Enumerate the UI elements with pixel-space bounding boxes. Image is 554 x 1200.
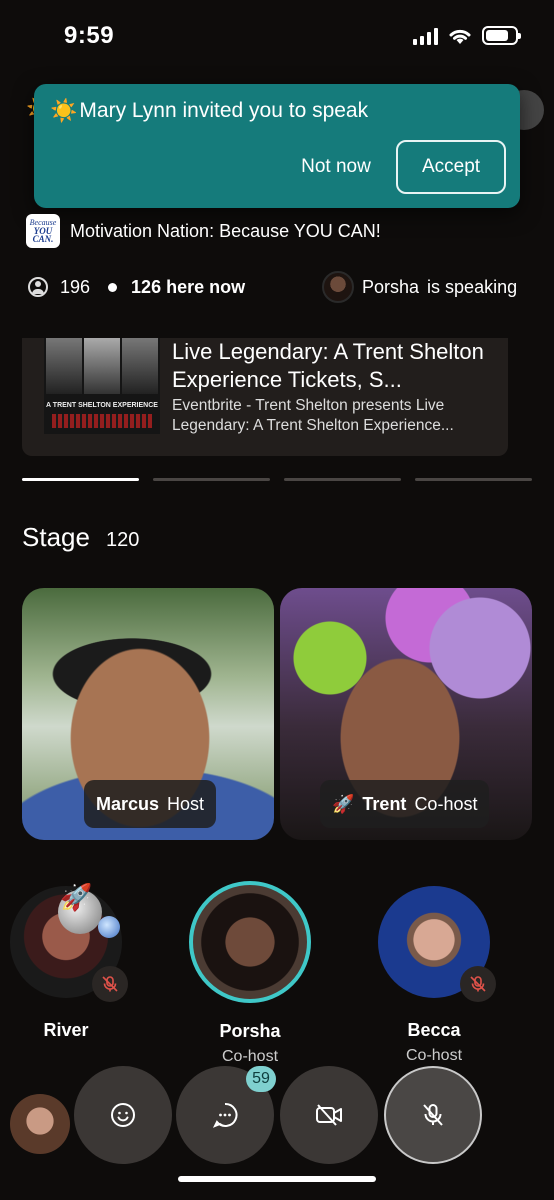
muted-mic-icon bbox=[460, 966, 496, 1002]
link-description: Eventbrite - Trent Shelton presents Live… bbox=[172, 397, 454, 434]
video-role: Co-host bbox=[414, 793, 478, 814]
emoji-icon bbox=[111, 1103, 135, 1127]
avatar: 🚀 bbox=[10, 882, 128, 1002]
reactions-button[interactable] bbox=[74, 1066, 172, 1164]
mic-off-icon bbox=[423, 1104, 443, 1126]
planet-icon bbox=[98, 916, 120, 938]
stage-count: 120 bbox=[105, 529, 140, 551]
carousel-pager bbox=[22, 478, 532, 481]
video-name: Marcus bbox=[96, 793, 160, 814]
chat-icon bbox=[212, 1102, 238, 1128]
pager-segment[interactable] bbox=[153, 478, 270, 481]
separator-dot bbox=[108, 282, 118, 292]
video-label: 🚀 Trent Co-host bbox=[320, 780, 490, 828]
chat-unread-badge: 59 bbox=[246, 1066, 276, 1092]
thumbnail-caption: A TRENT SHELTON EXPERIENCE bbox=[46, 402, 158, 409]
current-speaker[interactable]: Porsha is speaking bbox=[322, 271, 517, 303]
room-stats: 196 126 here now Porsha is speaking bbox=[28, 271, 528, 303]
member-count: 196 bbox=[60, 276, 91, 297]
pager-segment[interactable] bbox=[284, 478, 401, 481]
bottom-controls bbox=[0, 1064, 554, 1174]
speaker-becca[interactable]: Becca Co-host bbox=[354, 886, 514, 1065]
speaker-name: Becca bbox=[407, 1020, 461, 1040]
video-off-icon bbox=[316, 1104, 342, 1126]
video-tile-trent[interactable]: 🚀 Trent Co-host bbox=[280, 588, 532, 840]
stage-title: Stage bbox=[22, 522, 90, 552]
speaker-name: River bbox=[43, 1020, 89, 1040]
video-tile-marcus[interactable]: Marcus Host bbox=[22, 588, 274, 840]
not-now-button[interactable]: Not now bbox=[274, 140, 398, 194]
status-icons bbox=[413, 26, 521, 45]
wifi-icon bbox=[449, 29, 471, 44]
cellular-signal-icon bbox=[413, 27, 438, 45]
link-title: Live Legendary: A Trent Shelton Experien… bbox=[172, 339, 484, 392]
stage-header: Stage 120 bbox=[22, 522, 139, 553]
speaker-avatar bbox=[322, 271, 354, 303]
person-icon bbox=[28, 277, 48, 297]
notification-text: Mary Lynn invited you to speak bbox=[79, 99, 369, 122]
status-time: 9:59 bbox=[64, 22, 115, 49]
sun-icon: ☀️ bbox=[50, 98, 78, 123]
avatar-speaking bbox=[189, 881, 311, 1003]
notification-text-row: ☀️ Mary Lynn invited you to speak bbox=[50, 98, 368, 124]
link-thumbnail: A TRENT SHELTON EXPERIENCE bbox=[44, 338, 160, 434]
rocket-icon: 🚀 bbox=[332, 793, 355, 814]
camera-toggle-button[interactable] bbox=[280, 1066, 378, 1164]
speaking-label: is speaking bbox=[427, 276, 518, 297]
here-now-count: 126 here now bbox=[131, 276, 246, 297]
club-logo: Because YOU CAN. bbox=[26, 214, 60, 248]
speaker-river[interactable]: 🚀 River bbox=[0, 882, 146, 1041]
speak-invite-notification: ☀️ Mary Lynn invited you to speak Not no… bbox=[34, 84, 520, 208]
club-name: Motivation Nation: Because YOU CAN! bbox=[70, 220, 381, 241]
speaker-name: Porsha bbox=[219, 1021, 281, 1041]
video-role: Host bbox=[167, 793, 205, 814]
mic-toggle-button[interactable] bbox=[384, 1066, 482, 1164]
speaker-porsha[interactable]: Porsha Co-host bbox=[170, 881, 330, 1066]
accept-button[interactable]: Accept bbox=[396, 140, 506, 194]
club-row[interactable]: Because YOU CAN. Motivation Nation: Beca… bbox=[26, 214, 381, 248]
pager-segment[interactable] bbox=[415, 478, 532, 481]
battery-icon bbox=[482, 26, 521, 45]
video-label: Marcus Host bbox=[84, 780, 217, 828]
rocket-icon: 🚀 bbox=[60, 882, 93, 912]
video-name: Trent bbox=[362, 793, 407, 814]
speaker-role: Co-host bbox=[405, 1047, 463, 1064]
muted-mic-icon bbox=[92, 966, 128, 1002]
pager-segment[interactable] bbox=[22, 478, 139, 481]
home-indicator[interactable] bbox=[178, 1176, 376, 1182]
avatar bbox=[378, 886, 496, 1002]
link-preview-card[interactable]: A TRENT SHELTON EXPERIENCE Live Legendar… bbox=[22, 338, 508, 456]
status-bar: 9:59 bbox=[0, 0, 554, 74]
current-speaker-name: Porsha bbox=[362, 276, 420, 297]
